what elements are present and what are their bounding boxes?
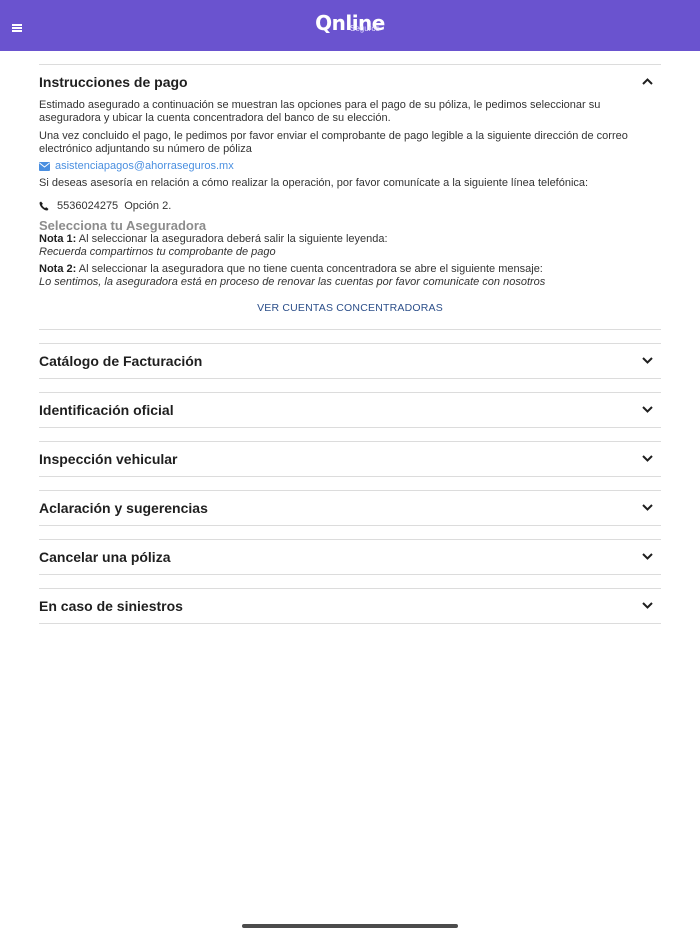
section-title: Identificación oficial bbox=[39, 401, 174, 418]
section-title: Cancelar una póliza bbox=[39, 548, 171, 565]
phone-row: 5536024275 Opción 2. bbox=[39, 199, 661, 213]
section-claims[interactable]: En caso de siniestros bbox=[39, 589, 661, 623]
section-title: Aclaración y sugerencias bbox=[39, 499, 208, 516]
section-cancel-policy[interactable]: Cancelar una póliza bbox=[39, 540, 661, 574]
section-vehicle-inspection[interactable]: Inspección vehicular bbox=[39, 442, 661, 476]
chevron-down-icon[interactable] bbox=[642, 503, 653, 512]
phone-option: Opción 2. bbox=[124, 199, 172, 212]
email-link[interactable]: asistenciapagos@ahorraseguros.mx bbox=[55, 159, 234, 173]
logo-subtext: Seguros bbox=[350, 24, 380, 33]
nota-1-message: Recuerda compartirnos tu comprobante de … bbox=[39, 245, 276, 258]
phone-icon bbox=[39, 201, 49, 210]
section-title: Catálogo de Facturación bbox=[39, 352, 203, 369]
nota-2-label: Nota 2: bbox=[39, 262, 77, 275]
nota-2-message: Lo sentimos, la aseguradora está en proc… bbox=[39, 275, 546, 288]
chevron-down-icon[interactable] bbox=[642, 356, 653, 365]
nota-2: Nota 2: Al seleccionar la aseguradora qu… bbox=[39, 263, 661, 276]
top-bar: Qnline Seguros bbox=[0, 0, 700, 51]
nota-1-text: Al seleccionar la aseguradora deberá sal… bbox=[76, 232, 388, 245]
nota-1: Nota 1: Al seleccionar la aseguradora de… bbox=[39, 233, 661, 246]
accordion: Instrucciones de pago Estimado asegurado… bbox=[39, 64, 661, 624]
section-title: Inspección vehicular bbox=[39, 450, 178, 467]
section-clarifications[interactable]: Aclaración y sugerencias bbox=[39, 491, 661, 525]
envelope-icon bbox=[39, 161, 50, 171]
chevron-down-icon[interactable] bbox=[642, 552, 653, 561]
chevron-down-icon[interactable] bbox=[642, 601, 653, 610]
section-billing-catalog[interactable]: Catálogo de Facturación bbox=[39, 344, 661, 378]
view-accounts-button[interactable]: VER CUENTAS CONCENTRADORAS bbox=[39, 302, 661, 316]
email-row: asistenciapagos@ahorraseguros.mx bbox=[39, 159, 661, 173]
phone-number[interactable]: 5536024275 bbox=[57, 199, 118, 213]
section-payment-body: Estimado asegurado a continuación se mue… bbox=[39, 99, 661, 316]
chevron-down-icon[interactable] bbox=[642, 405, 653, 414]
home-indicator bbox=[242, 924, 458, 928]
chevron-down-icon[interactable] bbox=[642, 454, 653, 463]
divider bbox=[39, 622, 661, 624]
section-title: En caso de siniestros bbox=[39, 597, 183, 614]
nota-2-text: Al seleccionar la aseguradora que no tie… bbox=[76, 262, 543, 275]
section-official-id[interactable]: Identificación oficial bbox=[39, 393, 661, 427]
section-payment-header[interactable]: Instrucciones de pago bbox=[39, 65, 661, 99]
chevron-up-icon[interactable] bbox=[642, 77, 653, 86]
section-title: Instrucciones de pago bbox=[39, 74, 188, 90]
advice-text: Si deseas asesoría en relación a cómo re… bbox=[39, 177, 589, 189]
payment-intro: Estimado asegurado a continuación se mue… bbox=[39, 99, 601, 124]
nota-1-label: Nota 1: bbox=[39, 232, 77, 245]
select-insurer-title: Selecciona tu Aseguradora bbox=[39, 217, 207, 233]
payment-after-text: Una vez concluido el pago, le pedimos po… bbox=[39, 130, 628, 155]
